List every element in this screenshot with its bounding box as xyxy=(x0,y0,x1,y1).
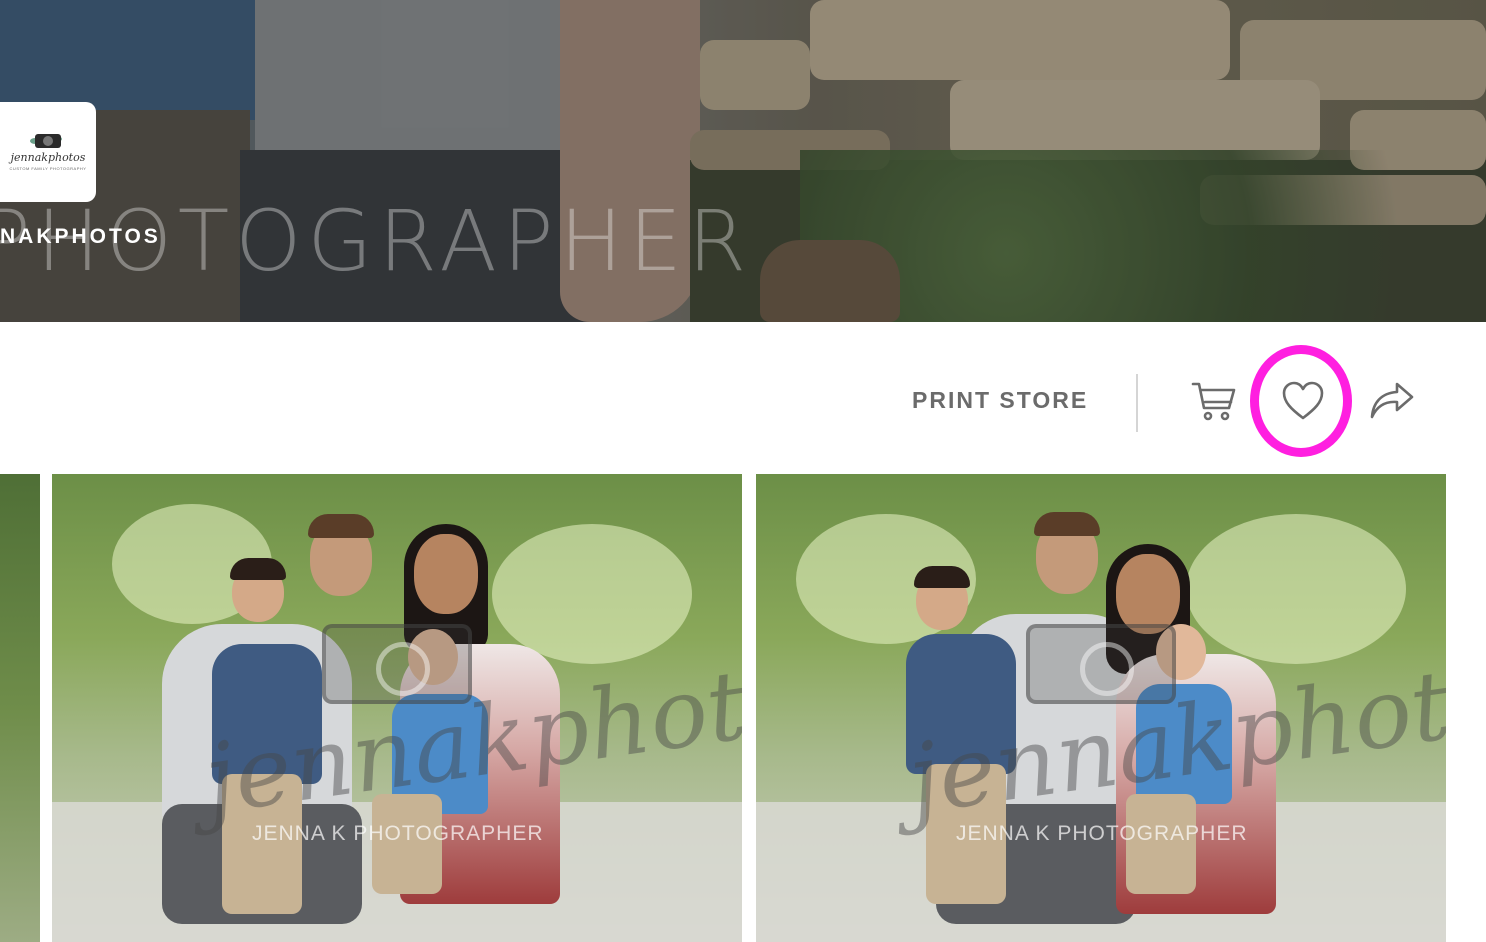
studio-logo[interactable]: jennakphotos CUSTOM FAMILY PHOTOGRAPHY xyxy=(0,102,96,202)
share-arrow-icon xyxy=(1370,382,1414,419)
gallery-photo[interactable]: jennakphotos JENNA K PHOTOGRAPHER xyxy=(756,474,1446,942)
light-spot xyxy=(492,524,692,664)
logo-wordmark: jennakphotos xyxy=(10,150,86,164)
studio-name: NAKPHOTOS xyxy=(0,225,161,248)
light-spot xyxy=(1186,514,1406,664)
logo-tagline: CUSTOM FAMILY PHOTOGRAPHY xyxy=(9,165,87,171)
gallery-photo[interactable]: jennakphotos JENNA K PHOTOGRAPHER xyxy=(52,474,742,942)
watermark-subtitle: JENNA K PHOTOGRAPHER xyxy=(956,822,1248,845)
favorite-button[interactable] xyxy=(1279,377,1327,425)
toolbar-divider xyxy=(1136,374,1138,432)
person-kid-hair xyxy=(230,558,286,580)
watermark-subtitle: JENNA K PHOTOGRAPHER xyxy=(252,822,544,845)
cart-button[interactable] xyxy=(1190,377,1238,425)
person-kid-hair xyxy=(914,566,970,588)
camera-icon xyxy=(35,133,61,148)
cover-photo: PHOTOGRAPHER jennakphotos CUSTOM FAMILY … xyxy=(0,0,1486,322)
heart-icon xyxy=(1282,381,1324,420)
person-dad-hair xyxy=(308,514,374,538)
print-store-link[interactable]: PRINT STORE xyxy=(912,387,1088,414)
person-mom-head xyxy=(1116,554,1180,634)
gallery-photo-partial[interactable] xyxy=(0,474,40,942)
gallery-toolbar: PRINT STORE xyxy=(0,322,1486,474)
share-button[interactable] xyxy=(1368,377,1416,425)
person-dad-hair xyxy=(1034,512,1100,536)
person-mom-head xyxy=(414,534,478,614)
photo-gallery: jennakphotos JENNA K PHOTOGRAPHER jennak… xyxy=(0,474,1486,942)
cart-icon xyxy=(1191,382,1236,421)
